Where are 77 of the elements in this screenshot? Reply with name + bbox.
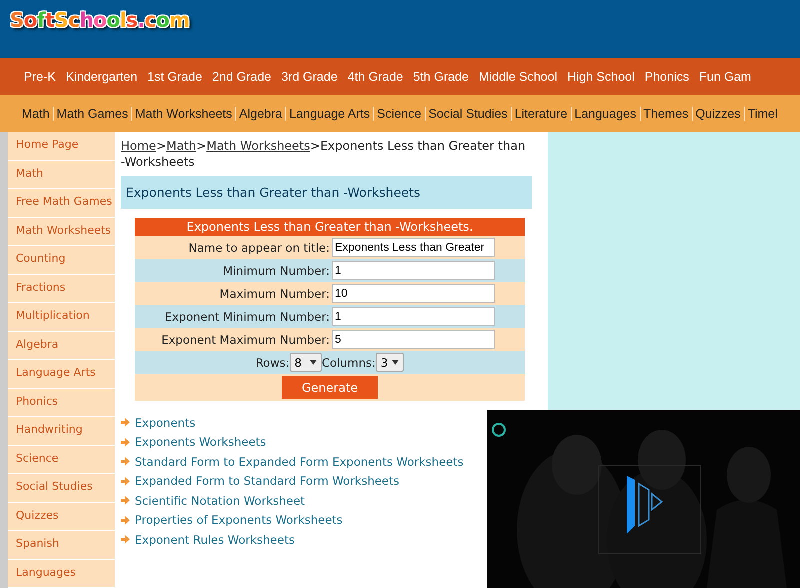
nav-link[interactable]: Phonics [644, 70, 690, 84]
sidebar-item[interactable]: Language Arts [8, 360, 115, 388]
input-field[interactable]: Exponents Less than Greater [332, 238, 495, 257]
input-field[interactable]: 1 [332, 307, 495, 326]
sidebar-item[interactable]: Handwriting [8, 417, 115, 446]
caret-icon [392, 360, 400, 365]
nav-link[interactable]: Kindergarten [66, 70, 138, 84]
field-label: Rows: [256, 356, 290, 370]
input-field[interactable]: 10 [332, 284, 495, 303]
sidebar-item[interactable]: Algebra [8, 332, 115, 360]
input-field[interactable]: 1 [332, 261, 495, 280]
generate-button[interactable]: Generate [282, 376, 378, 399]
nav-link[interactable]: Math Games [52, 106, 132, 120]
sidebar-item[interactable]: Counting [8, 246, 115, 274]
columns-dropdown[interactable]: 3 [376, 353, 404, 372]
sidebar-item[interactable]: Math Worksheets [8, 218, 115, 246]
arrow-icon [121, 457, 130, 466]
sidebar-item[interactable]: Languages [8, 560, 115, 588]
sidebar-item[interactable]: Social Studies [8, 474, 115, 502]
sidebar-item[interactable]: Science [8, 446, 115, 474]
arrow-icon [121, 516, 130, 525]
caret-icon [310, 360, 317, 365]
worksheet-link[interactable]: Exponents [135, 416, 196, 430]
nav-link[interactable]: Math [22, 106, 53, 120]
nav-link[interactable]: Pre-K [24, 70, 56, 84]
sidebar-item[interactable]: Phonics [8, 388, 115, 417]
sidebar-item[interactable]: Free Math Games [8, 189, 115, 218]
sidebar-item[interactable]: Spanish [8, 531, 115, 560]
arrow-icon [121, 438, 130, 447]
arrow-icon [121, 496, 130, 506]
nav-link[interactable]: 4th Grade [348, 70, 404, 84]
arrow-icon [121, 476, 130, 486]
nav-link[interactable]: Quizzes [692, 106, 744, 120]
page-title: Exponents Less than Greater than -Worksheets [121, 176, 532, 209]
breadcrumb: Home>Math>Math Worksheets>Exponents Less than Greater than -Worksheets [121, 138, 526, 170]
nav-link[interactable]: Languages [570, 106, 640, 120]
arrow-icon [121, 535, 130, 544]
site-logo[interactable]: SoftSchools.com [10, 8, 190, 32]
breadcrumb-link[interactable]: Math [166, 139, 197, 153]
field-label: Exponent Minimum Number: [164, 310, 330, 324]
sidebar-item[interactable]: Quizzes [8, 502, 115, 531]
nav-link[interactable]: Language Arts [285, 106, 374, 120]
field-label: Maximum Number: [220, 286, 330, 300]
breadcrumb-link[interactable]: Math Worksheets [206, 139, 310, 153]
worksheet-link[interactable]: Exponents Worksheets [135, 435, 266, 450]
nav-link[interactable]: Themes [640, 106, 692, 120]
nav-link[interactable]: Middle School [478, 70, 558, 84]
field-label: Exponent Maximum Number: [162, 332, 330, 346]
nav-link[interactable]: Algebra [235, 106, 286, 120]
nav-link[interactable]: 3rd Grade [282, 70, 338, 84]
worksheet-link[interactable]: Exponent Rules Worksheets [135, 532, 295, 547]
input-field[interactable]: 5 [332, 330, 495, 349]
nav-link[interactable]: Fun Gam [699, 70, 752, 84]
worksheet-link[interactable]: Properties of Exponents Worksheets [135, 513, 343, 528]
worksheet-link[interactable]: Expanded Form to Standard Form Worksheets [135, 474, 400, 488]
sidebar-item[interactable]: Fractions [8, 274, 115, 303]
sidebar-item[interactable]: Multiplication [8, 303, 115, 332]
worksheet-link[interactable]: Standard Form to Expanded Form Exponents Worksheets [135, 454, 464, 469]
field-label: Columns: [322, 356, 376, 370]
breadcrumb-link[interactable]: Home [121, 139, 156, 153]
nav-link[interactable]: 1st Grade [148, 70, 202, 84]
nav-link[interactable]: Science [373, 106, 425, 120]
field-label: Name to appear on title: [188, 240, 330, 254]
nav-link[interactable]: High School [567, 70, 635, 84]
nav-link[interactable]: Timel [744, 106, 781, 120]
field-label: Minimum Number: [223, 264, 330, 278]
nav-link[interactable]: Literature [510, 106, 571, 120]
nav-link[interactable]: 5th Grade [413, 70, 469, 84]
form-header: Exponents Less than Greater than -Worksheets. [135, 218, 525, 236]
worksheet-link[interactable]: Scientific Notation Worksheet [135, 494, 306, 508]
nav-link[interactable]: Social Studies [424, 106, 511, 120]
sidebar-item[interactable]: Math [8, 160, 115, 189]
rows-dropdown[interactable]: 8 [290, 353, 322, 372]
arrow-icon [121, 418, 130, 428]
nav-link[interactable]: 2nd Grade [212, 70, 272, 84]
nav-link[interactable]: Math Worksheets [131, 106, 236, 120]
sidebar-item[interactable]: Home Page [8, 132, 115, 160]
